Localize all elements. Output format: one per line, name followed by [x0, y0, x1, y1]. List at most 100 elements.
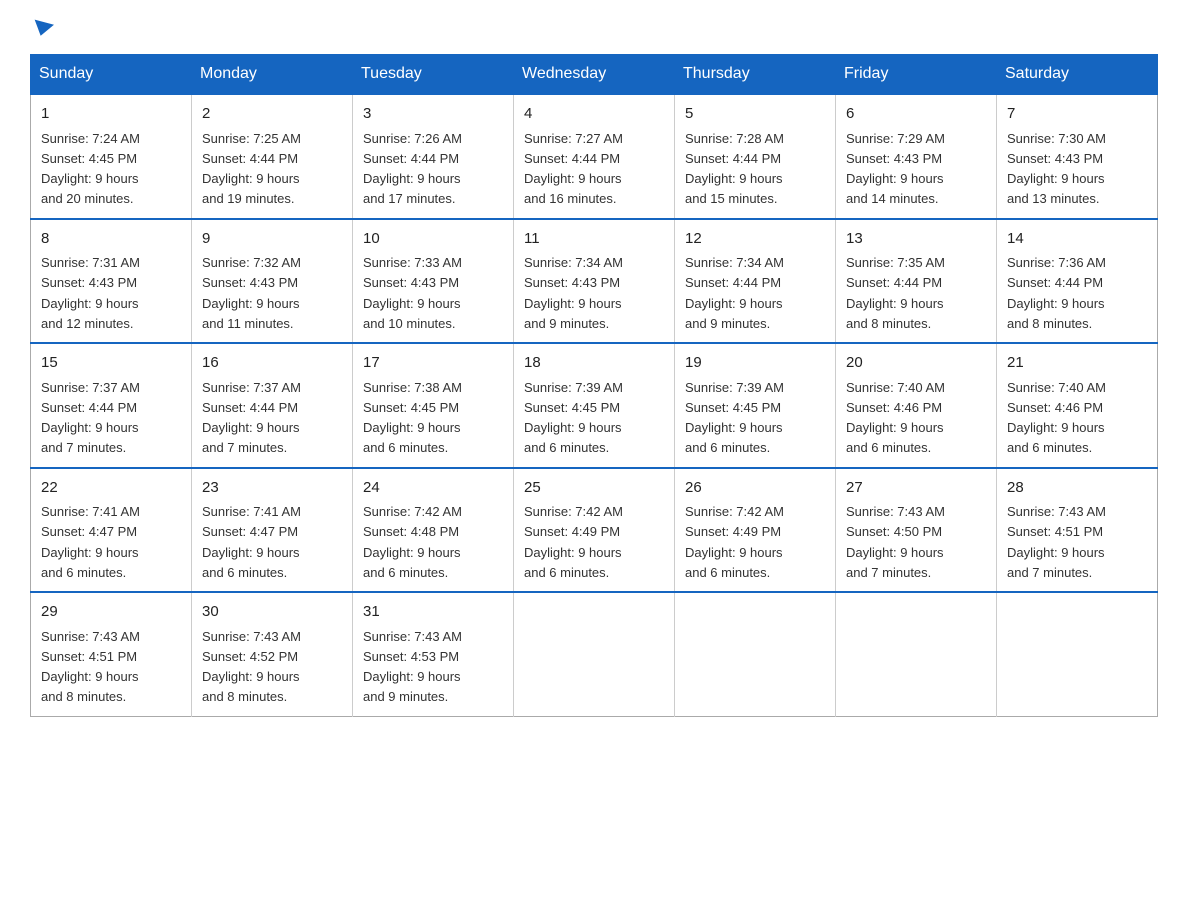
day-number: 22 — [41, 477, 181, 500]
day-header-friday: Friday — [836, 55, 997, 95]
day-info: Sunrise: 7:42 AMSunset: 4:49 PMDaylight:… — [685, 504, 784, 580]
week-row-5: 29 Sunrise: 7:43 AMSunset: 4:51 PMDaylig… — [31, 592, 1158, 716]
day-number: 8 — [41, 228, 181, 251]
day-number: 11 — [524, 228, 664, 251]
calendar-cell — [836, 592, 997, 716]
calendar-cell: 27 Sunrise: 7:43 AMSunset: 4:50 PMDaylig… — [836, 468, 997, 593]
calendar-cell: 11 Sunrise: 7:34 AMSunset: 4:43 PMDaylig… — [514, 219, 675, 344]
day-info: Sunrise: 7:25 AMSunset: 4:44 PMDaylight:… — [202, 131, 301, 207]
calendar-cell: 18 Sunrise: 7:39 AMSunset: 4:45 PMDaylig… — [514, 343, 675, 468]
page-header — [30, 20, 1158, 34]
calendar-cell: 7 Sunrise: 7:30 AMSunset: 4:43 PMDayligh… — [997, 94, 1158, 219]
day-number: 5 — [685, 103, 825, 126]
calendar-cell: 12 Sunrise: 7:34 AMSunset: 4:44 PMDaylig… — [675, 219, 836, 344]
calendar-cell: 26 Sunrise: 7:42 AMSunset: 4:49 PMDaylig… — [675, 468, 836, 593]
calendar-header: SundayMondayTuesdayWednesdayThursdayFrid… — [31, 55, 1158, 95]
day-number: 20 — [846, 352, 986, 375]
day-info: Sunrise: 7:28 AMSunset: 4:44 PMDaylight:… — [685, 131, 784, 207]
day-number: 13 — [846, 228, 986, 251]
calendar-cell: 14 Sunrise: 7:36 AMSunset: 4:44 PMDaylig… — [997, 219, 1158, 344]
calendar-cell: 20 Sunrise: 7:40 AMSunset: 4:46 PMDaylig… — [836, 343, 997, 468]
calendar-cell: 23 Sunrise: 7:41 AMSunset: 4:47 PMDaylig… — [192, 468, 353, 593]
day-info: Sunrise: 7:41 AMSunset: 4:47 PMDaylight:… — [202, 504, 301, 580]
day-info: Sunrise: 7:41 AMSunset: 4:47 PMDaylight:… — [41, 504, 140, 580]
calendar-body: 1 Sunrise: 7:24 AMSunset: 4:45 PMDayligh… — [31, 94, 1158, 716]
day-info: Sunrise: 7:43 AMSunset: 4:50 PMDaylight:… — [846, 504, 945, 580]
day-info: Sunrise: 7:33 AMSunset: 4:43 PMDaylight:… — [363, 255, 462, 331]
day-number: 17 — [363, 352, 503, 375]
calendar-cell: 19 Sunrise: 7:39 AMSunset: 4:45 PMDaylig… — [675, 343, 836, 468]
day-number: 9 — [202, 228, 342, 251]
logo-triangle-icon — [31, 20, 54, 39]
day-header-monday: Monday — [192, 55, 353, 95]
day-info: Sunrise: 7:43 AMSunset: 4:52 PMDaylight:… — [202, 629, 301, 705]
day-number: 25 — [524, 477, 664, 500]
calendar-cell: 13 Sunrise: 7:35 AMSunset: 4:44 PMDaylig… — [836, 219, 997, 344]
day-header-saturday: Saturday — [997, 55, 1158, 95]
week-row-3: 15 Sunrise: 7:37 AMSunset: 4:44 PMDaylig… — [31, 343, 1158, 468]
day-info: Sunrise: 7:40 AMSunset: 4:46 PMDaylight:… — [1007, 380, 1106, 456]
calendar-cell: 29 Sunrise: 7:43 AMSunset: 4:51 PMDaylig… — [31, 592, 192, 716]
calendar-cell: 6 Sunrise: 7:29 AMSunset: 4:43 PMDayligh… — [836, 94, 997, 219]
day-number: 1 — [41, 103, 181, 126]
day-header-tuesday: Tuesday — [353, 55, 514, 95]
calendar-cell: 4 Sunrise: 7:27 AMSunset: 4:44 PMDayligh… — [514, 94, 675, 219]
day-header-thursday: Thursday — [675, 55, 836, 95]
day-number: 23 — [202, 477, 342, 500]
logo — [30, 20, 53, 34]
day-info: Sunrise: 7:35 AMSunset: 4:44 PMDaylight:… — [846, 255, 945, 331]
day-info: Sunrise: 7:37 AMSunset: 4:44 PMDaylight:… — [41, 380, 140, 456]
day-number: 6 — [846, 103, 986, 126]
calendar-cell: 9 Sunrise: 7:32 AMSunset: 4:43 PMDayligh… — [192, 219, 353, 344]
day-number: 26 — [685, 477, 825, 500]
day-number: 7 — [1007, 103, 1147, 126]
day-number: 27 — [846, 477, 986, 500]
day-number: 15 — [41, 352, 181, 375]
day-number: 24 — [363, 477, 503, 500]
calendar-cell: 31 Sunrise: 7:43 AMSunset: 4:53 PMDaylig… — [353, 592, 514, 716]
calendar-cell: 5 Sunrise: 7:28 AMSunset: 4:44 PMDayligh… — [675, 94, 836, 219]
day-number: 28 — [1007, 477, 1147, 500]
day-info: Sunrise: 7:31 AMSunset: 4:43 PMDaylight:… — [41, 255, 140, 331]
day-number: 21 — [1007, 352, 1147, 375]
calendar-cell — [997, 592, 1158, 716]
day-number: 30 — [202, 601, 342, 624]
day-number: 31 — [363, 601, 503, 624]
calendar-cell: 3 Sunrise: 7:26 AMSunset: 4:44 PMDayligh… — [353, 94, 514, 219]
day-info: Sunrise: 7:39 AMSunset: 4:45 PMDaylight:… — [524, 380, 623, 456]
calendar-cell: 16 Sunrise: 7:37 AMSunset: 4:44 PMDaylig… — [192, 343, 353, 468]
calendar-table: SundayMondayTuesdayWednesdayThursdayFrid… — [30, 54, 1158, 717]
day-info: Sunrise: 7:24 AMSunset: 4:45 PMDaylight:… — [41, 131, 140, 207]
day-info: Sunrise: 7:38 AMSunset: 4:45 PMDaylight:… — [363, 380, 462, 456]
logo-line1 — [30, 20, 53, 34]
calendar-cell: 10 Sunrise: 7:33 AMSunset: 4:43 PMDaylig… — [353, 219, 514, 344]
day-number: 19 — [685, 352, 825, 375]
day-info: Sunrise: 7:34 AMSunset: 4:43 PMDaylight:… — [524, 255, 623, 331]
day-info: Sunrise: 7:39 AMSunset: 4:45 PMDaylight:… — [685, 380, 784, 456]
week-row-1: 1 Sunrise: 7:24 AMSunset: 4:45 PMDayligh… — [31, 94, 1158, 219]
day-info: Sunrise: 7:42 AMSunset: 4:49 PMDaylight:… — [524, 504, 623, 580]
day-info: Sunrise: 7:43 AMSunset: 4:51 PMDaylight:… — [1007, 504, 1106, 580]
calendar-cell — [675, 592, 836, 716]
day-info: Sunrise: 7:34 AMSunset: 4:44 PMDaylight:… — [685, 255, 784, 331]
day-header-wednesday: Wednesday — [514, 55, 675, 95]
day-number: 3 — [363, 103, 503, 126]
day-number: 18 — [524, 352, 664, 375]
calendar-cell: 24 Sunrise: 7:42 AMSunset: 4:48 PMDaylig… — [353, 468, 514, 593]
day-info: Sunrise: 7:27 AMSunset: 4:44 PMDaylight:… — [524, 131, 623, 207]
day-header-sunday: Sunday — [31, 55, 192, 95]
day-number: 16 — [202, 352, 342, 375]
day-number: 12 — [685, 228, 825, 251]
calendar-cell: 30 Sunrise: 7:43 AMSunset: 4:52 PMDaylig… — [192, 592, 353, 716]
day-info: Sunrise: 7:37 AMSunset: 4:44 PMDaylight:… — [202, 380, 301, 456]
calendar-cell: 15 Sunrise: 7:37 AMSunset: 4:44 PMDaylig… — [31, 343, 192, 468]
day-info: Sunrise: 7:30 AMSunset: 4:43 PMDaylight:… — [1007, 131, 1106, 207]
day-header-row: SundayMondayTuesdayWednesdayThursdayFrid… — [31, 55, 1158, 95]
day-info: Sunrise: 7:36 AMSunset: 4:44 PMDaylight:… — [1007, 255, 1106, 331]
calendar-cell: 28 Sunrise: 7:43 AMSunset: 4:51 PMDaylig… — [997, 468, 1158, 593]
day-info: Sunrise: 7:26 AMSunset: 4:44 PMDaylight:… — [363, 131, 462, 207]
day-info: Sunrise: 7:42 AMSunset: 4:48 PMDaylight:… — [363, 504, 462, 580]
calendar-cell — [514, 592, 675, 716]
calendar-cell: 1 Sunrise: 7:24 AMSunset: 4:45 PMDayligh… — [31, 94, 192, 219]
day-info: Sunrise: 7:43 AMSunset: 4:51 PMDaylight:… — [41, 629, 140, 705]
